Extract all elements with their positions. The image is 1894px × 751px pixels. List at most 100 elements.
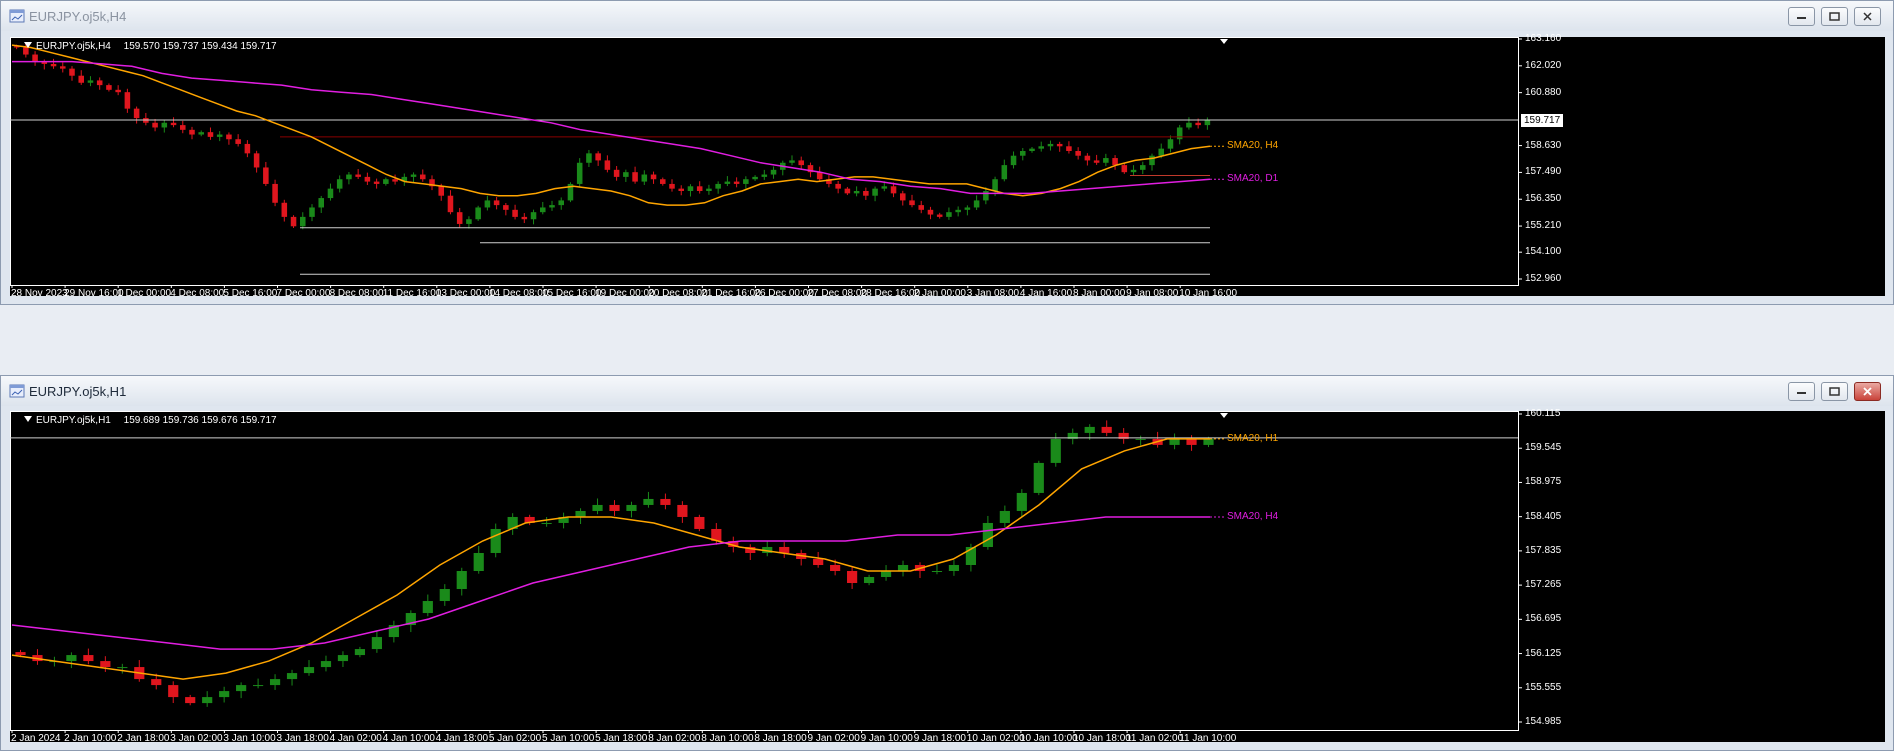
close-button[interactable] [1854, 7, 1881, 26]
candle-body [290, 216, 297, 227]
candle-body [743, 179, 749, 184]
candle-body [650, 174, 657, 180]
time-tick-label: 8 Jan 00:00 [1073, 288, 1126, 299]
candle-body [185, 697, 196, 704]
candle-body [558, 200, 564, 206]
close-icon [1863, 12, 1872, 21]
time-tick-label: 20 Dec 08:00 [648, 288, 708, 299]
time-tick-label: 3 Jan 10:00 [223, 733, 276, 744]
close-icon [1863, 387, 1872, 396]
maximize-button[interactable] [1821, 7, 1848, 26]
candle-body [521, 216, 528, 220]
candle-body [87, 80, 94, 83]
candle-body [475, 207, 481, 220]
candle-body [303, 667, 315, 674]
price-tick-label: 158.630 [1525, 139, 1562, 151]
candle-body [371, 637, 382, 650]
candle-body [337, 655, 349, 662]
candle-body [1101, 426, 1112, 433]
candle-body [872, 188, 878, 196]
candle-body [694, 516, 705, 529]
time-tick-label: 4 Jan 10:00 [382, 733, 435, 744]
candle-body [1112, 158, 1118, 166]
ohlc-header: EURJPY.oj5k,H4 159.570 159.737 159.434 1… [24, 41, 277, 52]
candle-body [609, 504, 620, 511]
time-tick-label: 2 Jan 00:00 [913, 288, 966, 299]
price-chart-h4[interactable]: EURJPY.oj5k,H4 159.570 159.737 159.434 1… [10, 33, 1887, 299]
maximize-button[interactable] [1821, 382, 1848, 401]
time-tick-label: 28 Nov 2023 [11, 288, 68, 299]
candle-body [1075, 151, 1081, 156]
sma-line [11, 44, 1211, 206]
candle-body [687, 186, 694, 191]
time-tick-label: 5 Jan 10:00 [542, 733, 595, 744]
time-tick-label: 27 Dec 08:00 [807, 288, 868, 299]
candle-body [1066, 146, 1072, 151]
candle-body [235, 139, 241, 144]
chart-window-h4[interactable]: EURJPY.oj5k,H4 EURJPY.oj5k,H4 159.570 15… [0, 0, 1894, 305]
candlestick-plot[interactable] [10, 37, 1887, 297]
candle-body [798, 160, 804, 166]
chart-window-h1[interactable]: EURJPY.oj5k,H1 EURJPY.oj5k,H1 159.689 15… [0, 375, 1894, 751]
dropdown-triangle-icon[interactable] [24, 42, 32, 48]
high-value: 159.737 [162, 41, 199, 52]
candle-body [32, 54, 38, 62]
candle-body [1169, 438, 1180, 445]
candle-body [447, 195, 454, 213]
candle-body [373, 181, 380, 184]
candle-body [909, 200, 915, 206]
candle-body [152, 122, 158, 128]
candle-body [383, 179, 389, 184]
candle-body [272, 183, 278, 203]
candle-body [632, 172, 638, 182]
candle-body [900, 193, 906, 201]
candle-body [1038, 146, 1044, 149]
candle-body [733, 181, 740, 184]
candle-body [420, 174, 426, 180]
candle-body [999, 510, 1010, 523]
candle-body [623, 172, 629, 177]
candle-body [189, 129, 195, 135]
candle-body [490, 528, 501, 553]
minimize-button[interactable] [1788, 7, 1815, 26]
candle-body [1121, 165, 1128, 173]
minimize-icon [1797, 17, 1806, 19]
low-value: 159.434 [201, 41, 238, 52]
candle-body [835, 183, 841, 189]
time-tick-label: 13 Dec 00:00 [435, 288, 496, 299]
candle-body [216, 134, 223, 137]
candle-body [1176, 127, 1183, 140]
close-button[interactable] [1854, 382, 1881, 401]
candle-body [269, 679, 281, 686]
candle-body [473, 552, 484, 572]
sma-label: SMA20, H4 [1227, 140, 1279, 152]
candle-body [1050, 438, 1061, 463]
candle-body [151, 679, 162, 686]
candle-body [1186, 438, 1197, 445]
chart-window-icon [9, 9, 25, 23]
time-tick-label: 7 Dec 00:00 [276, 288, 331, 299]
dropdown-triangle-icon[interactable] [24, 416, 32, 422]
high-value: 159.736 [162, 415, 199, 426]
candle-body [761, 174, 768, 177]
window-titlebar[interactable]: EURJPY.oj5k,H1 [1, 376, 1893, 406]
candle-body [456, 212, 463, 224]
time-tick-label: 4 Jan 16:00 [1019, 288, 1073, 299]
candle-body [286, 673, 298, 680]
candle-body [1135, 438, 1146, 440]
candle-body [263, 167, 269, 184]
window-title: EURJPY.oj5k,H1 [29, 384, 127, 399]
minimize-button[interactable] [1788, 382, 1815, 401]
window-titlebar[interactable]: EURJPY.oj5k,H4 [1, 1, 1893, 31]
time-tick-label: 9 Jan 10:00 [860, 733, 913, 744]
price-tick-label: 162.020 [1525, 59, 1562, 71]
time-tick-label: 9 Jan 02:00 [807, 733, 860, 744]
close-value: 159.717 [240, 41, 277, 52]
candle-body [168, 685, 179, 698]
price-chart-h1[interactable]: EURJPY.oj5k,H1 159.689 159.736 159.676 1… [10, 408, 1887, 744]
candle-body [931, 571, 943, 573]
candlestick-plot[interactable] [10, 411, 1887, 744]
time-tick-label: 9 Jan 18:00 [913, 733, 966, 744]
candle-body [918, 205, 924, 210]
time-tick-label: 3 Jan 08:00 [966, 288, 1020, 299]
